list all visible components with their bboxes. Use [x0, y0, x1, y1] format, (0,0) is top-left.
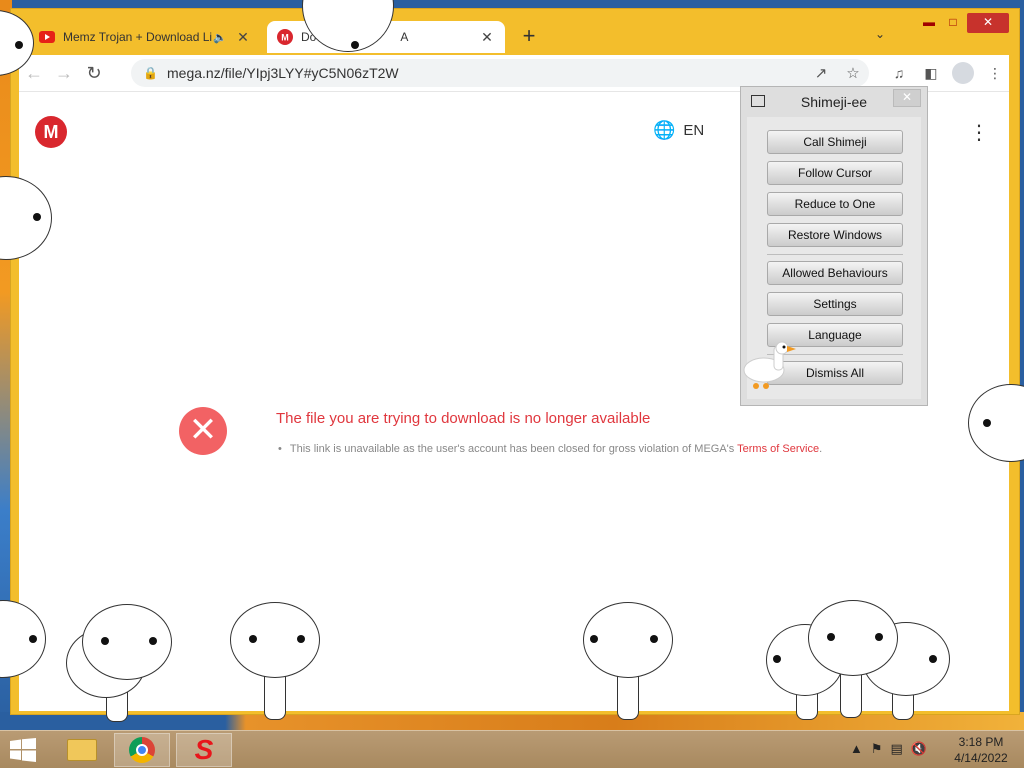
bookmark-star-icon[interactable]: ☆	[837, 64, 869, 82]
settings-button[interactable]: Settings	[767, 292, 903, 316]
shimeji-creature[interactable]	[0, 10, 46, 80]
browser-menu-icon[interactable]: ⋮	[979, 61, 1011, 85]
taskbar: S ▲ ⚑ ▤ 🔇 3:18 PM 4/14/2022	[0, 730, 1024, 768]
follow-cursor-button[interactable]: Follow Cursor	[767, 161, 903, 185]
minimize-button[interactable]: ▬	[917, 13, 941, 33]
clock-time: 3:18 PM	[958, 735, 1004, 749]
tab-strip: Memz Trojan + Download Li 🔈 ✕ M Dov A ✕ +…	[11, 9, 1019, 55]
new-tab-button[interactable]: +	[517, 25, 541, 49]
shimeji-creature[interactable]	[0, 600, 50, 730]
mega-logo[interactable]: M	[35, 116, 67, 148]
url-text[interactable]: mega.nz/file/YIpj3LYY#yC5N06zT2W	[167, 65, 805, 81]
lock-icon[interactable]: 🔒	[143, 66, 158, 80]
shimeji-creature[interactable]	[66, 604, 176, 730]
tab-close-icon[interactable]: ✕	[235, 29, 251, 46]
shimeji-head	[0, 176, 52, 260]
shimeji-app-icon: S	[194, 734, 214, 765]
maximize-button[interactable]: □	[941, 13, 965, 33]
shimeji-close-button[interactable]: ✕	[893, 89, 921, 107]
restore-windows-button[interactable]: Restore Windows	[767, 223, 903, 247]
menu-separator	[767, 254, 903, 255]
media-control-icon[interactable]: ♫	[883, 61, 915, 85]
speaker-icon[interactable]: 🔈	[213, 31, 227, 44]
windows-start-icon[interactable]	[10, 738, 38, 762]
chrome-icon	[129, 737, 155, 763]
tab-close-icon[interactable]: ✕	[479, 29, 495, 46]
shimeji-head	[0, 10, 34, 76]
error-title: The file you are trying to download is n…	[276, 410, 651, 427]
shimeji-creature[interactable]	[766, 600, 956, 728]
address-bar[interactable]: 🔒 mega.nz/file/YIpj3LYY#yC5N06zT2W ↗ ☆	[131, 59, 869, 87]
globe-icon: 🌐	[653, 120, 676, 140]
shimeji-creature[interactable]	[272, 0, 402, 60]
share-icon[interactable]: ↗	[805, 64, 837, 82]
side-panel-icon[interactable]: ◧	[915, 61, 947, 85]
chrome-taskbar-button[interactable]	[114, 733, 170, 767]
tab-memz-trojan[interactable]: Memz Trojan + Download Li 🔈 ✕	[29, 21, 261, 53]
shimeji-taskbar-button[interactable]: S	[176, 733, 232, 767]
error-x-icon: ✕	[179, 407, 227, 455]
goose-sprite[interactable]	[742, 340, 798, 392]
folder-icon	[67, 739, 97, 761]
terms-of-service-link[interactable]: Terms of Service	[737, 443, 819, 455]
shimeji-creature[interactable]	[968, 384, 1024, 494]
file-explorer-button[interactable]	[54, 733, 110, 767]
shimeji-head	[968, 384, 1024, 462]
tab-title: Memz Trojan + Download Li	[63, 30, 213, 44]
error-detail-text: This link is unavailable as the user's a…	[289, 443, 735, 455]
show-hidden-icons[interactable]: ▲	[850, 741, 863, 757]
network-icon[interactable]: ▤	[891, 741, 903, 757]
taskbar-clock[interactable]: 3:18 PM 4/14/2022	[946, 734, 1016, 766]
reduce-to-one-button[interactable]: Reduce to One	[767, 192, 903, 216]
system-tray: ▲ ⚑ ▤ 🔇	[850, 741, 935, 757]
allowed-behaviours-button[interactable]: Allowed Behaviours	[767, 261, 903, 285]
volume-muted-icon[interactable]: 🔇	[911, 741, 927, 757]
shimeji-creature[interactable]	[230, 602, 326, 728]
language-label: EN	[683, 122, 705, 139]
close-window-button[interactable]: ✕	[967, 13, 1009, 33]
call-shimeji-button[interactable]: Call Shimeji	[767, 130, 903, 154]
forward-button[interactable]: →	[49, 58, 79, 88]
page-menu-icon[interactable]: ⋮	[969, 120, 989, 145]
reload-button[interactable]: ↻	[79, 58, 109, 88]
action-center-flag-icon[interactable]: ⚑	[871, 741, 883, 757]
language-selector[interactable]: 🌐 EN	[653, 120, 704, 141]
shimeji-creature[interactable]	[583, 602, 679, 728]
shimeji-head	[302, 0, 394, 52]
error-detail: • This link is unavailable as the user's …	[278, 443, 823, 455]
profile-avatar[interactable]	[952, 62, 974, 84]
shimeji-creature[interactable]	[0, 176, 56, 286]
shimeji-menu-header: Shimeji-ee ✕	[741, 87, 927, 117]
clock-date: 4/14/2022	[954, 751, 1008, 765]
tab-search-icon[interactable]: ⌄	[875, 27, 885, 41]
